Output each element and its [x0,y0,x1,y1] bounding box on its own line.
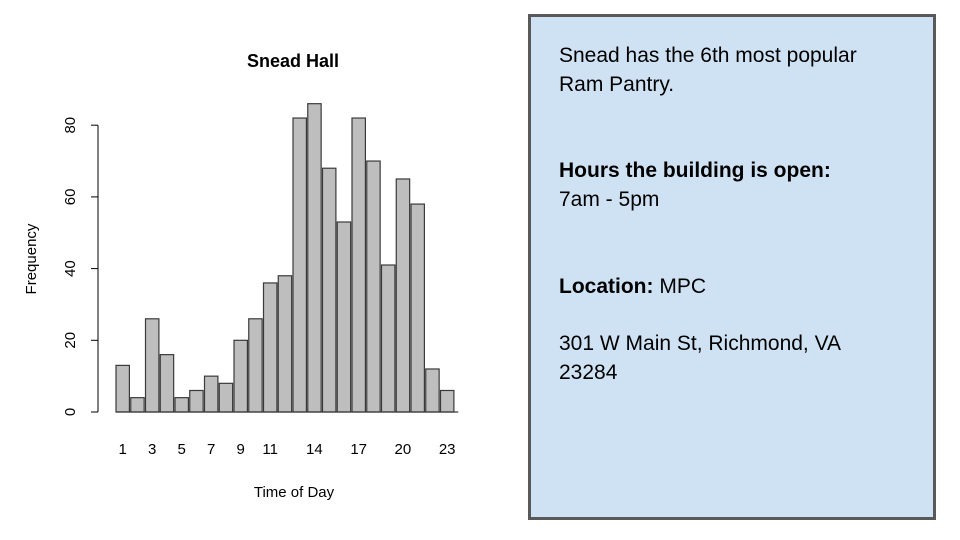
intro-text: Snead has the 6th most popular Ram Pantr… [559,44,857,96]
bar [144,318,160,413]
x-tick-label: 9 [237,441,245,458]
bar [395,178,411,413]
bar [203,375,219,413]
y-tick-label: 40 [62,260,79,277]
bar [115,364,130,413]
bar [351,117,366,413]
bar [439,389,455,413]
y-axis: 0 20 40 60 80 [62,117,99,416]
bar [262,282,278,413]
x-tick-label: 1 [119,441,127,458]
x-tick-label: 3 [148,441,156,458]
y-tick-label: 60 [62,189,79,206]
info-panel: Snead has the 6th most popular Ram Pantr… [528,14,936,520]
bar [380,264,396,413]
histogram-chart: Snead Hall Frequency Time of Day 0 20 40 60… [23,51,459,501]
bar [218,382,234,413]
y-tick-label: 80 [62,117,79,134]
x-tick-label: 20 [395,441,412,458]
x-tick-label: 17 [350,441,367,458]
hours-value: 7am - 5pm [559,188,660,211]
bar [410,203,425,413]
hours-label: Hours the building is open: [559,159,831,182]
location-label: Location: [559,275,654,298]
bar [189,389,204,413]
x-tick-label: 5 [178,441,186,458]
bar [425,368,440,413]
bar [159,354,175,413]
x-tick-label: 7 [207,441,215,458]
chart-title: Snead Hall [247,51,339,71]
bar [233,339,248,413]
location-value: MPC [659,275,707,298]
bars [115,103,459,413]
y-tick-label: 0 [62,408,79,416]
address-line-1: 301 W Main St, Richmond, VA [559,332,842,355]
y-axis-label: Frequency [23,223,40,294]
address-line-2: 23284 [559,361,618,384]
bar [366,160,381,413]
bar [307,103,322,413]
bar [130,397,145,413]
bar [321,167,337,413]
location-line: Location: MPC [559,272,905,301]
x-tick-label: 11 [262,441,278,458]
x-axis-label: Time of Day [254,484,335,501]
bar [292,117,307,413]
x-tick-label: 23 [439,441,456,458]
x-tick-label: 14 [306,441,323,458]
x-axis-ticks: 1 3 5 7 9 11 14 17 20 23 [119,441,456,458]
bar [248,318,263,413]
bar [336,221,352,413]
bar [174,397,189,413]
y-tick-label: 20 [62,332,79,349]
bar [277,275,293,413]
